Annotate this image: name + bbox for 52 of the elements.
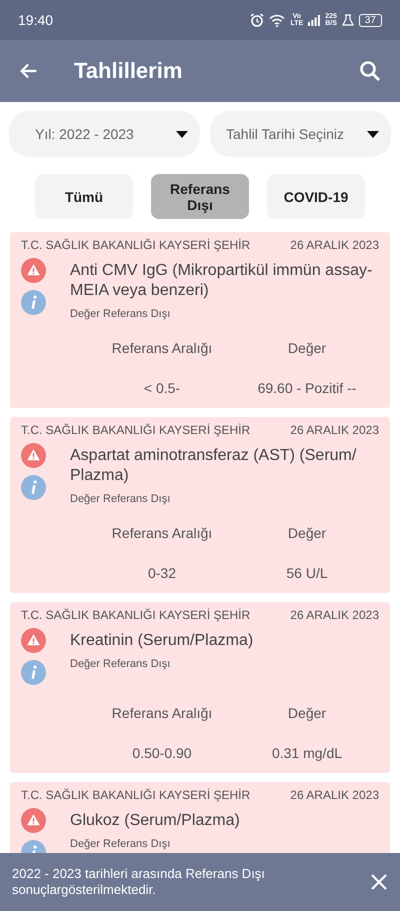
column-header: Değer: [286, 340, 328, 356]
dropdown[interactable]: Tahlil Tarihi Seçiniz: [210, 111, 391, 157]
alarm-icon: [250, 13, 264, 27]
caret-icon: [367, 130, 379, 138]
column-header: Referans Aralığı: [110, 340, 214, 356]
status-time: 19:40: [18, 12, 54, 28]
snackbar-message: 2022 - 2023 tarihleri arasında Referans Dışı sonuçlargösterilmektedir.: [12, 866, 266, 898]
result-value: 69.60 - Pozitif --: [256, 380, 358, 396]
signal-icon: [308, 14, 320, 26]
hospital-name: T.C. SAĞLIK BAKANLIĞI KAYSERİ ŞEHİR: [21, 238, 250, 252]
column-header: Referans Aralığı: [110, 525, 214, 541]
result-date: 26 ARALIK 2023: [290, 788, 379, 802]
result-date: 26 ARALIK 2023: [290, 238, 379, 252]
warning-icon: [21, 808, 46, 833]
result-status: Değer Referans Dışı: [70, 838, 172, 850]
hospital-name: T.C. SAĞLIK BAKANLIĞI KAYSERİ ŞEHİR: [21, 608, 250, 622]
result-status: Değer Referans Dışı: [70, 308, 172, 320]
filter-tab[interactable]: Tümü: [35, 174, 133, 219]
result-value: 0.31 mg/dL: [270, 745, 344, 761]
warning-icon: [21, 628, 46, 653]
info-icon[interactable]: [21, 660, 46, 685]
reference-range: 0-32: [146, 565, 178, 581]
reference-range: 0.50-0.90: [131, 745, 193, 761]
reference-range: < 0.5-: [142, 380, 182, 396]
dropdown[interactable]: Yıl: 2022 - 2023: [9, 111, 200, 157]
battery-level: 37: [358, 14, 382, 26]
result-status: Değer Referans Dışı: [70, 658, 172, 670]
column-header: Referans Aralığı: [110, 705, 214, 721]
column-header: Değer: [286, 525, 328, 541]
filter-tab[interactable]: Referans Dışı: [151, 174, 249, 219]
caret-icon: [176, 130, 188, 138]
close-button[interactable]: [370, 873, 388, 891]
info-icon[interactable]: [21, 475, 46, 500]
result-value: 56 U/L: [285, 565, 329, 581]
warning-icon: [21, 258, 46, 283]
result-date: 26 ARALIK 2023: [290, 423, 379, 437]
test-name: Aspartat aminotransferaz (AST) (Serum/ Plazma): [70, 446, 358, 486]
column-header: Değer: [286, 705, 328, 721]
hospital-name: T.C. SAĞLIK BAKANLIĞI KAYSERİ ŞEHİR: [21, 423, 250, 437]
page-title: Tahlillerim: [74, 58, 184, 84]
result-date: 26 ARALIK 2023: [290, 608, 379, 622]
hospital-name: T.C. SAĞLIK BAKANLIĞI KAYSERİ ŞEHİR: [21, 788, 250, 802]
warning-icon: [21, 443, 46, 468]
result-status: Değer Referans Dışı: [70, 493, 172, 505]
flask-icon: [342, 14, 354, 26]
info-icon[interactable]: [21, 290, 46, 315]
test-name: Anti CMV IgG (Mikropartikül immün assay-MEIA veya benzeri): [70, 261, 374, 301]
search-button[interactable]: [358, 59, 382, 83]
test-name: Glukoz (Serum/Plazma): [70, 811, 241, 831]
test-name: Kreatinin (Serum/Plazma): [70, 631, 254, 651]
filter-tab[interactable]: COVID-19: [267, 174, 365, 219]
wifi-icon: [269, 14, 286, 26]
